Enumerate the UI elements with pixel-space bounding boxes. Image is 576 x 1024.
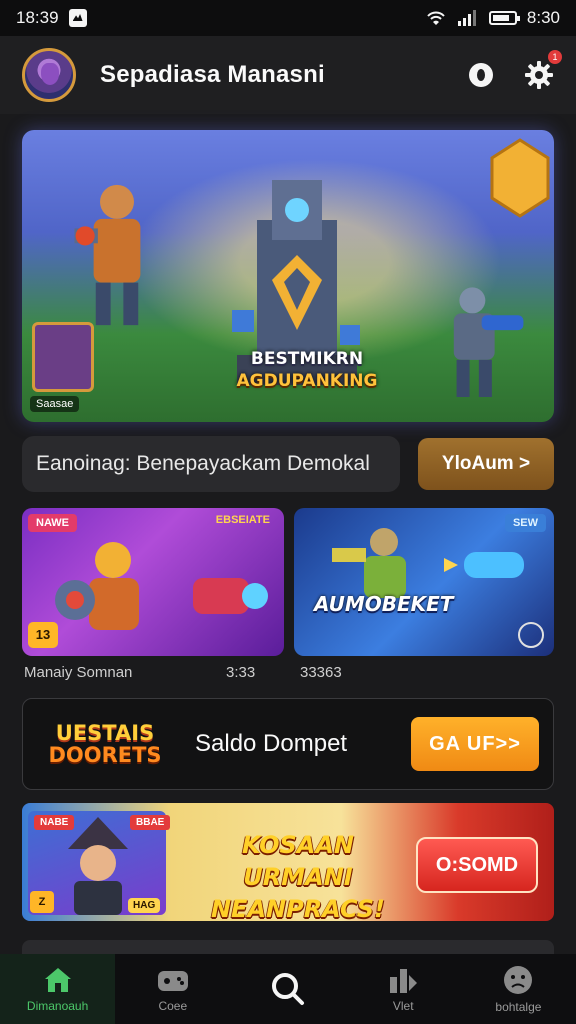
promo-tag: NABE xyxy=(34,815,75,830)
nav-item-stats[interactable]: Vlet xyxy=(346,954,461,1024)
chart-icon xyxy=(390,969,418,993)
hero-banner[interactable]: BESTMIKRN AGDUPANKING Saasae xyxy=(22,130,554,422)
promo-title: KOSAAN URMANI NEANPRACS! xyxy=(184,829,412,921)
tile-corner-badge: 13 xyxy=(28,622,58,648)
home-icon xyxy=(44,968,71,992)
nav-label-profile: bohtalge xyxy=(495,1000,542,1014)
wallet-card: UESTAIS DOORETS Saldo Dompet GA UF>> xyxy=(22,698,554,790)
tile-meta-time: 3:33 xyxy=(226,664,256,681)
hero-card-label: Saasae xyxy=(30,396,80,412)
promo-tag: BBAE xyxy=(130,815,171,830)
hero-character-right xyxy=(453,287,524,397)
next-card-peek xyxy=(22,940,554,954)
hero-character-left xyxy=(74,184,141,326)
status-time-right: 8:30 xyxy=(526,8,560,27)
search-row: Eanoinag: Benepayackam Demokal YloAum > xyxy=(22,436,554,492)
hero-caption: BESTMIKRN AGDUPANKING xyxy=(232,348,382,392)
game-tile[interactable]: SEW AUMOBEKET xyxy=(294,508,554,656)
wallet-logo-line2: DOORETS xyxy=(48,743,162,767)
promo-corner-badge: Z xyxy=(30,891,54,913)
tile-meta: Manaiy Somnan xyxy=(24,664,133,681)
promo-banner[interactable]: NABE BBAE Z HAG KOSAAN URMANI NEANPRACS!… xyxy=(22,803,554,921)
nav-label-stats: Vlet xyxy=(392,999,414,1013)
wallet-button[interactable]: GA UF>> xyxy=(411,717,539,771)
wifi-icon xyxy=(427,11,445,25)
battery-icon xyxy=(488,11,520,25)
coin-button[interactable] xyxy=(466,60,496,90)
promo-title-line1: KOSAAN URMANI xyxy=(242,831,354,891)
controller-icon xyxy=(157,971,188,991)
profile-icon xyxy=(504,966,533,994)
tile-tag-secondary: EBSEIATE xyxy=(215,514,270,526)
nav-item-home[interactable]: Dimanoauh xyxy=(0,954,116,1024)
search-input[interactable]: Eanoinag: Benepayackam Demokal xyxy=(22,436,400,492)
nav-item-profile[interactable]: bohtalge xyxy=(461,954,576,1024)
bottom-nav: Dimanoauh Coee Vlet bohtalge xyxy=(0,954,576,1024)
tile-title: AUMOBEKET xyxy=(314,592,454,616)
notification-badge: 1 xyxy=(548,50,562,64)
wallet-logo-line1: UESTAIS xyxy=(55,721,155,745)
nav-item-games[interactable]: Coee xyxy=(115,954,230,1024)
game-tiles: NAWE EBSEIATE 13 SEW AUMOBEKET Manaiy So… xyxy=(22,508,554,686)
tile-tag: SEW xyxy=(504,514,546,532)
gallery-notification-icon xyxy=(68,9,87,27)
nav-label-games: Coee xyxy=(158,999,188,1013)
promo-title-line2: NEANPRACS! xyxy=(210,895,386,921)
search-action-button[interactable]: YloAum > xyxy=(418,438,554,490)
coin-icon xyxy=(469,63,493,87)
status-time-left: 18:39 xyxy=(16,8,59,27)
search-icon xyxy=(272,973,304,1005)
hero-caption-line2: AGDUPANKING xyxy=(236,371,378,391)
wallet-label: Saldo Dompet xyxy=(195,730,348,757)
hero-card-thumbnail xyxy=(32,322,94,392)
avatar[interactable] xyxy=(22,48,76,102)
app-header: Sepadiasa Manasni 1 xyxy=(0,36,576,114)
tile-tag: NAWE xyxy=(28,514,77,532)
wallet-logo: UESTAIS DOORETS xyxy=(41,722,169,766)
signal-icon xyxy=(457,10,476,26)
hero-coin xyxy=(490,138,550,218)
hero-caption-line1: BESTMIKRN xyxy=(250,349,364,369)
tile-check-icon[interactable] xyxy=(518,622,544,648)
settings-button[interactable]: 1 xyxy=(524,50,562,90)
nav-item-search[interactable] xyxy=(230,954,345,1024)
status-bar: 18:39 8:30 xyxy=(0,0,576,36)
nav-label-home: Dimanoauh xyxy=(26,999,89,1013)
game-tile[interactable]: NAWE EBSEIATE 13 xyxy=(22,508,284,656)
page-title: Sepadiasa Manasni xyxy=(100,61,325,88)
tile-meta: 33363 xyxy=(300,664,342,681)
gear-icon xyxy=(525,61,553,89)
promo-button[interactable]: O:SOMD xyxy=(416,837,538,893)
promo-chip: HAG xyxy=(128,898,161,913)
